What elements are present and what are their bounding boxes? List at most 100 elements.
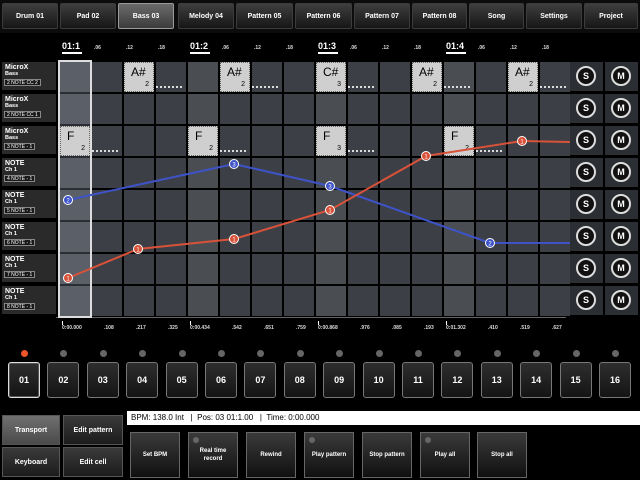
solo-button[interactable]: S (576, 194, 596, 214)
step-cell[interactable] (284, 286, 314, 316)
pattern-button-03[interactable]: 03 (86, 362, 119, 398)
step-cell[interactable] (508, 126, 538, 156)
step-cell[interactable] (540, 254, 570, 284)
mode-edit-cell[interactable]: Edit cell (63, 447, 123, 477)
step-cell[interactable] (444, 222, 474, 252)
tab-song[interactable]: Song (469, 3, 524, 29)
step-cell[interactable] (156, 286, 186, 316)
step-cell[interactable] (156, 222, 186, 252)
step-cell[interactable] (188, 158, 218, 188)
step-cell[interactable] (188, 62, 218, 92)
tab-pad-02[interactable]: Pad 02 (60, 3, 116, 29)
step-cell[interactable] (92, 158, 122, 188)
pattern-button-04[interactable]: 04 (126, 362, 159, 398)
track-channel-box[interactable]: 6 NOTE - 1 (4, 239, 36, 246)
step-cell[interactable] (508, 190, 538, 220)
step-cell[interactable] (92, 254, 122, 284)
step-cell[interactable] (284, 190, 314, 220)
pattern-button-11[interactable]: 11 (402, 362, 434, 398)
step-cell[interactable] (508, 94, 538, 124)
step-cell[interactable] (476, 158, 506, 188)
step-cell[interactable] (252, 222, 282, 252)
step-cell[interactable] (252, 94, 282, 124)
real-time-record-button[interactable]: Real time record (188, 432, 238, 478)
note-block[interactable]: A# 2 (412, 62, 442, 92)
tab-pattern-07[interactable]: Pattern 07 (354, 3, 410, 29)
step-cell[interactable] (444, 94, 474, 124)
step-cell[interactable] (252, 158, 282, 188)
step-cell[interactable] (252, 190, 282, 220)
step-cell[interactable] (284, 126, 314, 156)
mode-keyboard[interactable]: Keyboard (2, 447, 60, 477)
track-label[interactable]: NOTE Ch 1 5 NOTE - 1 (2, 190, 56, 218)
step-cell[interactable] (444, 158, 474, 188)
solo-button[interactable]: S (576, 130, 596, 150)
tab-pattern-08[interactable]: Pattern 08 (412, 3, 467, 29)
step-cell[interactable] (412, 190, 442, 220)
step-cell[interactable] (316, 94, 346, 124)
step-cell[interactable] (284, 254, 314, 284)
tab-bass-03[interactable]: Bass 03 (118, 3, 174, 29)
mute-button[interactable]: M (611, 290, 631, 310)
pattern-button-14[interactable]: 14 (520, 362, 553, 398)
step-cell[interactable] (412, 222, 442, 252)
step-cell[interactable] (508, 254, 538, 284)
step-cell[interactable] (348, 286, 378, 316)
note-block[interactable]: F2 (188, 126, 218, 156)
step-cell[interactable] (348, 190, 378, 220)
track-channel-box[interactable]: 8 NOTE - 1 (4, 303, 36, 310)
solo-button[interactable]: S (576, 98, 596, 118)
step-cell[interactable] (476, 222, 506, 252)
step-cell[interactable] (188, 254, 218, 284)
track-channel-box[interactable]: 5 NOTE - 1 (4, 207, 36, 214)
track-label[interactable]: NOTE Ch 1 7 NOTE - 1 (2, 254, 56, 282)
step-cell[interactable] (412, 94, 442, 124)
step-cell[interactable] (508, 286, 538, 316)
tab-pattern-06[interactable]: Pattern 06 (295, 3, 352, 29)
step-cell[interactable] (92, 222, 122, 252)
tab-drum-01[interactable]: Drum 01 (2, 3, 58, 29)
pattern-button-05[interactable]: 05 (165, 362, 198, 398)
step-cell[interactable] (508, 158, 538, 188)
track-channel-box[interactable]: 2 NOTE CC 1 (4, 111, 41, 118)
note-block[interactable]: F2 (60, 126, 90, 156)
step-cell[interactable] (412, 286, 442, 316)
note-block[interactable]: F3 (316, 126, 346, 156)
step-cell[interactable] (188, 94, 218, 124)
tab-melody-04[interactable]: Melody 04 (178, 3, 234, 29)
solo-button[interactable]: S (576, 162, 596, 182)
set-bpm-button[interactable]: Set BPM (130, 432, 180, 478)
pattern-button-16[interactable]: 16 (599, 362, 631, 398)
mute-button[interactable]: M (611, 98, 631, 118)
step-cell[interactable] (220, 94, 250, 124)
step-cell[interactable] (156, 254, 186, 284)
track-label[interactable]: NOTE Ch 1 8 NOTE - 1 (2, 286, 56, 314)
step-cell[interactable] (316, 190, 346, 220)
step-cell[interactable] (380, 62, 410, 92)
step-cell[interactable] (92, 62, 122, 92)
pattern-button-09[interactable]: 09 (323, 362, 356, 398)
track-channel-box[interactable]: 3 NOTE - 1 (4, 143, 36, 150)
step-cell[interactable] (412, 126, 442, 156)
step-cell[interactable] (220, 222, 250, 252)
step-cell[interactable] (540, 158, 570, 188)
rewind-button[interactable]: Rewind (246, 432, 296, 478)
step-cell[interactable] (316, 158, 346, 188)
step-cell[interactable] (316, 222, 346, 252)
step-cell[interactable] (220, 158, 250, 188)
step-cell[interactable] (124, 94, 154, 124)
step-cell[interactable] (252, 286, 282, 316)
step-cell[interactable] (380, 94, 410, 124)
note-block[interactable]: A# 2 (508, 62, 538, 92)
step-cell[interactable] (348, 94, 378, 124)
stop-all-button[interactable]: Stop all (477, 432, 527, 478)
step-cell[interactable] (188, 190, 218, 220)
track-label[interactable]: MicroX Bass 2 NOTE CC 2 (2, 62, 56, 90)
mute-button[interactable]: M (611, 194, 631, 214)
mute-button[interactable]: M (611, 66, 631, 86)
stop-pattern-button[interactable]: Stop pattern (362, 432, 412, 478)
step-cell[interactable] (284, 222, 314, 252)
step-cell[interactable] (380, 158, 410, 188)
mode-edit-pattern[interactable]: Edit pattern (63, 415, 123, 445)
step-cell[interactable] (476, 94, 506, 124)
